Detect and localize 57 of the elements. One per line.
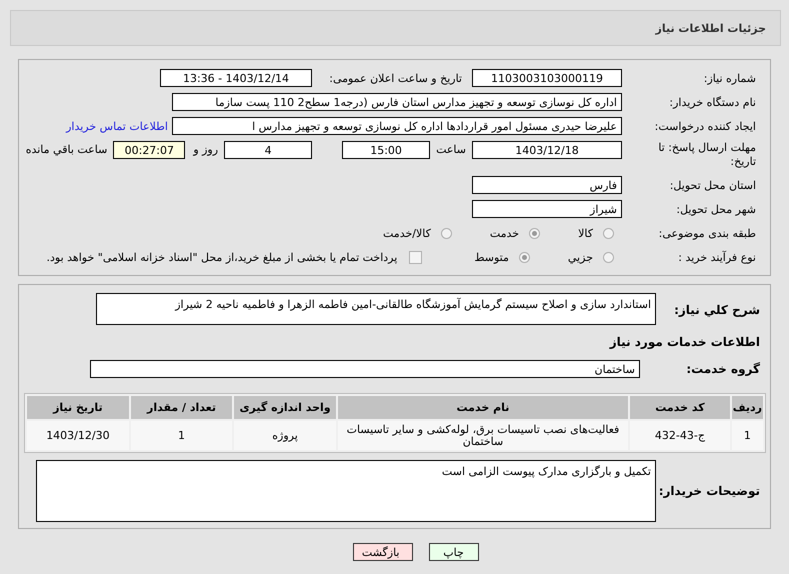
column-header: تعداد / مقدار (130, 396, 232, 419)
table-cell: ج-43-432 (630, 421, 730, 450)
province-field: فارس (472, 176, 622, 194)
radio-button[interactable] (518, 252, 530, 262)
field-label: توضیحات خریدار: (658, 484, 761, 498)
radio-button[interactable] (440, 228, 452, 238)
column-header: کد خدمت (630, 396, 730, 419)
page-title: جزئیات اطلاعات نیاز (656, 22, 766, 34)
radio-label: کالا/خدمت (383, 226, 431, 240)
action-button[interactable]: بازگشت (352, 543, 412, 561)
field-label: نوع فرآیند خرید : (677, 250, 757, 264)
remaining-time-field: 00:27:07 (113, 141, 186, 159)
description-box: استاندارد سازی و اصلاح سیستم گرمایش آموزشگاه طالقانی-امین فاطمه الزهرا و فاطمیه ناحیه 2 شیراز (96, 293, 656, 325)
need-number-field: 1103003103000119 (472, 69, 622, 87)
radio-label: جزيي (568, 250, 593, 264)
column-header: واحد اندازه گیری (234, 396, 336, 419)
column-header: تاریخ نیاز (27, 396, 129, 419)
column-header: ردیف (732, 396, 763, 419)
payment-note: پرداخت تمام یا بخشی از مبلغ خرید،از محل "اسناد خزانه اسلامی" خواهد بود. (46, 250, 398, 264)
table-cell: 1 (732, 421, 763, 450)
requester-field: علیرضا حیدری مسئول امور قراردادها اداره کل نوسازی توسعه و تجهیز مدارس ا (172, 117, 622, 135)
table-cell: 1403/12/30 (27, 421, 129, 450)
table-cell: فعالیت‌های نصب تاسیسات برق، لوله‌کشی و سایر تاسیسات ساختمان (338, 421, 628, 450)
field-label: شهر محل تحویل: (675, 202, 757, 216)
field-label: شرح کلي نياز: (673, 302, 761, 317)
table-cell: پروژه (234, 421, 336, 450)
section-heading: اطلاعات خدمات مورد نیاز (608, 334, 761, 351)
days-label: روز و (192, 142, 220, 158)
field-label: شماره نیاز: (702, 72, 757, 84)
contact-link[interactable]: اطلاعات تماس خریدار (66, 120, 172, 132)
column-header: نام خدمت (338, 396, 628, 419)
table-cell: 1 (130, 421, 232, 450)
radio-label: کالا (578, 226, 593, 240)
field-label: مهلت ارسال پاسخ: تا تاریخ: (657, 141, 757, 169)
buyer-org-field: اداره کل نوسازی توسعه و تجهیز مدارس استان فارس (درجه1 سطح2 110 پست سازما (172, 93, 622, 111)
action-button[interactable]: چاپ (428, 543, 478, 561)
radio-button[interactable] (603, 228, 614, 238)
days-field: 4 (224, 141, 312, 159)
radio-label: متوسط (474, 250, 509, 264)
field-label: گروه خدمت: (685, 362, 761, 376)
radio-button[interactable] (603, 252, 614, 262)
checkbox[interactable] (409, 250, 422, 264)
radio-label: خدمت (490, 226, 520, 240)
field-label: استان محل تحویل: (668, 178, 757, 192)
city-field: شیراز (472, 200, 622, 218)
buyer-notes-box: تکمیل و بارگزاری مدارک پیوست الزامی است (36, 460, 656, 522)
announce-date-field: 1403/12/14 - 13:36 (160, 69, 312, 87)
service-group-field: ساختمان (90, 360, 640, 378)
time-label: ساعت (435, 142, 467, 158)
field-label: طبقه بندی موضوعی: (658, 226, 757, 240)
deadline-time-field: 15:00 (342, 141, 430, 159)
remaining-label: ساعت باقي مانده (24, 142, 108, 158)
radio-button[interactable] (529, 228, 540, 238)
deadline-date-field: 1403/12/18 (472, 141, 622, 159)
field-label: تاریخ و ساعت اعلان عمومی: (328, 72, 463, 84)
field-label: نام دستگاه خریدار: (668, 96, 757, 108)
field-label: ایجاد کننده درخواست: (654, 120, 757, 132)
